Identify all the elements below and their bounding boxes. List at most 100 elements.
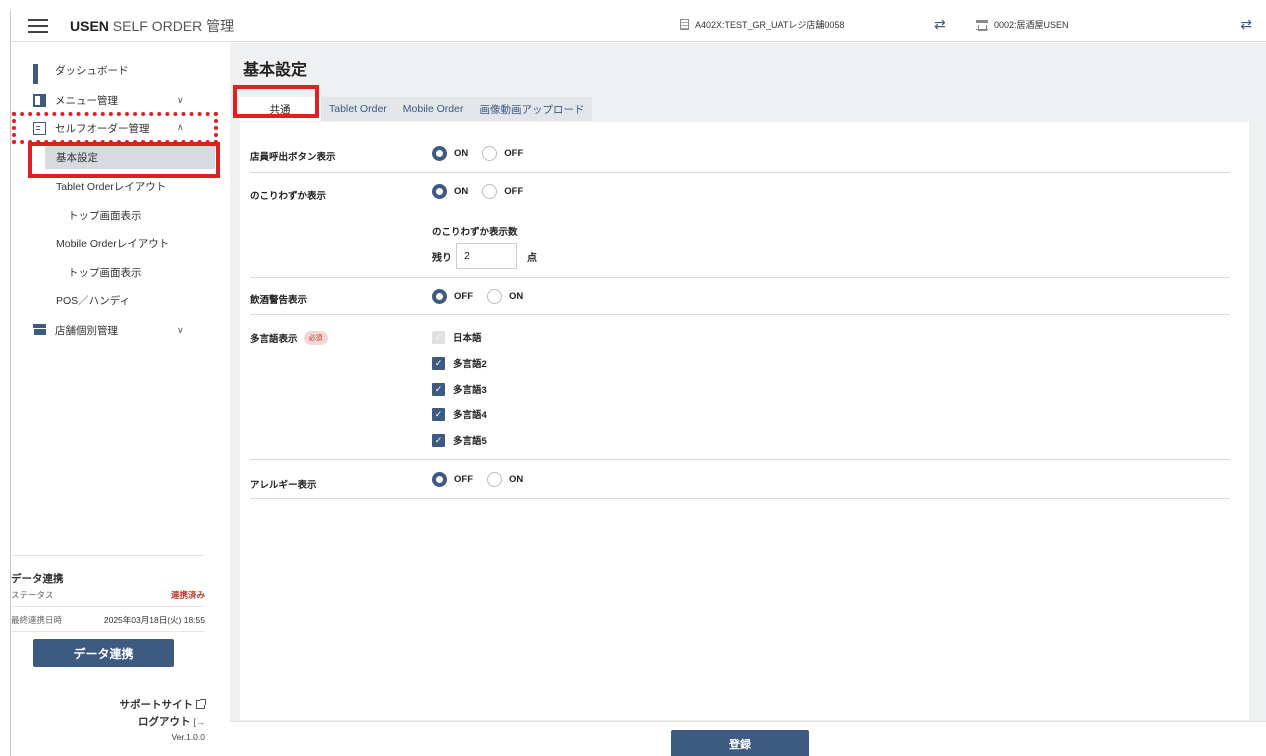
swap-shop-icon[interactable]: ⇄ [1240,16,1252,33]
tab-media-upload[interactable]: 画像動画アップロード [471,97,593,121]
divider [250,459,1230,460]
radio-label: OFF [454,474,473,485]
logout-icon: [→ [193,716,205,727]
call-staff-radio-group: ON OFF [432,146,537,161]
call-staff-on-radio[interactable]: ON [432,146,468,161]
hamburger-menu-icon[interactable] [28,18,48,33]
sync-status-label: ステータス [11,590,54,600]
checkbox-checked-icon: ✓ [432,407,445,421]
allergy-off-radio[interactable]: OFF [432,472,473,487]
radio-empty-icon [487,472,502,487]
settings-panel: 店員呼出ボタン表示 ON OFF のこりわずか表示 ON OFF のこりわずか表… [240,122,1249,720]
radio-selected-icon [432,289,447,304]
external-link-icon [196,699,206,709]
allergy-radio-group: OFF ON [432,472,537,487]
shop-selector[interactable]: 0002:居酒屋USEN [976,18,1069,31]
main-content: 基本設定 共通 Tablet Order Mobile Order 画像動画アッ… [230,43,1266,756]
sidebar-item-dashboard[interactable]: ダッシュボード [33,63,129,84]
chevron-down-icon[interactable]: ∨ [177,95,184,106]
top-header: USEN SELF ORDER 管理 A402X:TEST_GR_UATレジ店舗… [10,10,1266,42]
checkbox-label: 多言語5 [453,436,487,447]
checkbox-checked-icon: ✓ [432,356,445,370]
shop-icon [976,19,988,31]
drink-warning-label: 飲酒警告表示 [250,295,308,306]
radio-selected-icon [432,184,447,199]
few-left-label: のこりわずか表示 [250,191,327,202]
checkbox-label: 多言語3 [453,385,487,396]
checkbox-label: 多言語2 [453,359,487,370]
sidebar-item-tablet-top[interactable]: トップ画面表示 [68,208,142,223]
sidebar-item-mobile-layout[interactable]: Mobile Orderレイアウト [56,236,169,251]
lang-checkbox-4[interactable]: ✓ 多言語4 [432,407,487,421]
sidebar-item-tablet-layout[interactable]: Tablet Orderレイアウト [56,179,166,194]
divider [250,172,1230,173]
building-icon [680,19,689,30]
divider [250,277,1230,278]
call-staff-label: 店員呼出ボタン表示 [250,152,336,163]
tab-mobile-order[interactable]: Mobile Order [394,97,472,121]
few-left-radio-group: ON OFF [432,184,537,199]
sync-button[interactable]: データ連携 [33,639,174,667]
store-selector[interactable]: A402X:TEST_GR_UATレジ店舗0058 [680,18,844,31]
sidebar-item-store-manage[interactable]: 店舗個別管理 [33,323,118,338]
few-left-on-radio[interactable]: ON [432,184,468,199]
allergy-on-radio[interactable]: ON [487,472,523,487]
book-icon [33,94,46,107]
allergy-label: アレルギー表示 [250,480,317,491]
radio-label: ON [509,291,524,302]
lang-checkbox-3[interactable]: ✓ 多言語3 [432,382,487,396]
sidebar-item-mobile-top[interactable]: トップ画面表示 [68,265,142,280]
radio-empty-icon [482,146,498,161]
swap-store-icon[interactable]: ⇄ [934,16,946,33]
radio-label: ON [509,474,524,485]
tab-tablet-order[interactable]: Tablet Order [321,97,395,121]
logout-label: ログアウト [137,716,191,728]
drink-warning-off-radio[interactable]: OFF [432,289,473,304]
few-left-count-label: のこりわずか表示数 [432,227,518,238]
radio-label: ON [454,148,469,159]
sync-status-value: 連携済み [170,590,205,600]
sidebar-item-label: 店舗個別管理 [55,325,118,337]
chevron-down-icon[interactable]: ∨ [177,325,184,336]
sync-section: データ連携 ステータス 連携済み 最終連携日時 2025年03月18日(火) 1… [11,555,205,632]
lang-checkbox-ja[interactable]: ✓ 日本語 [432,330,482,344]
drink-warning-on-radio[interactable]: ON [487,289,523,304]
drink-warning-radio-group: OFF ON [432,289,537,304]
divider [250,314,1230,315]
radio-label: OFF [454,291,473,302]
call-staff-off-radio[interactable]: OFF [482,146,523,161]
radio-empty-icon [482,184,498,199]
radio-selected-icon [432,472,447,487]
lang-checkbox-2[interactable]: ✓ 多言語2 [432,356,487,370]
sidebar-item-label: セルフオーダー管理 [55,123,150,135]
remain-prefix: 残り [432,252,452,264]
shop-icon [33,324,46,337]
sidebar-item-pos-handy[interactable]: POS／ハンディ [56,293,130,308]
version-label: Ver.1.0.0 [171,732,205,742]
sidebar-item-basic-settings[interactable]: 基本設定 [45,145,215,169]
checkbox-checked-icon: ✓ [432,382,445,396]
few-left-off-radio[interactable]: OFF [482,184,523,199]
chevron-up-icon[interactable]: ∧ [177,122,184,133]
app-title: USEN SELF ORDER 管理 [70,17,235,34]
lang-checkbox-5[interactable]: ✓ 多言語5 [432,433,487,447]
support-site-link[interactable]: サポートサイト [120,697,206,712]
sidebar-item-menu-manage[interactable]: メニュー管理 [33,93,118,108]
remain-unit: 点 [527,252,537,264]
sidebar-item-self-order-manage[interactable]: セルフオーダー管理 [33,121,150,136]
multilang-label-text: 多言語表示 [250,334,298,345]
store-code: A402X:TEST_GR_UATレジ店舗0058 [695,20,845,30]
document-icon [33,122,46,135]
tab-common[interactable]: 共通 [239,97,321,121]
register-button[interactable]: 登録 [671,730,809,756]
radio-empty-icon [487,289,502,304]
radio-selected-icon [432,146,447,161]
radio-label: ON [454,186,469,197]
logout-link[interactable]: ログアウト [→ [138,714,205,729]
divider [250,498,1230,499]
shop-name: 0002:居酒屋USEN [994,20,1069,30]
few-left-count-input[interactable] [456,243,517,269]
sync-last-label: 最終連携日時 [11,615,63,625]
page-title: 基本設定 [243,62,308,79]
sync-last-value: 2025年03月18日(火) 18:55 [103,615,205,625]
